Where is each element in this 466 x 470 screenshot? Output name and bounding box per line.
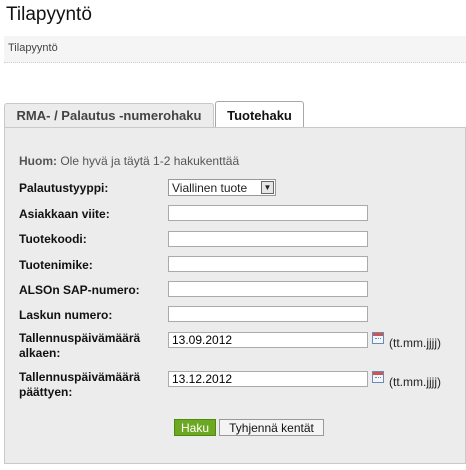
date-to-label-line1: Tallennuspäivämäärä (19, 370, 141, 384)
date-to-input[interactable] (168, 371, 368, 387)
note-text: Ole hyvä ja täytä 1-2 hakukenttää (60, 154, 240, 168)
return-type-value: Viallinen tuote (172, 181, 248, 195)
return-type-select[interactable]: Viallinen tuote ▼ (168, 179, 276, 196)
invoice-number-label: Laskun numero: (19, 308, 113, 322)
search-note: Huom: Ole hyvä ja täytä 1-2 hakukenttää (19, 154, 239, 168)
tab-product-search[interactable]: Tuotehaku (215, 101, 304, 128)
return-type-label: Palautustyyppi: (19, 181, 109, 195)
note-label: Huom: (19, 154, 57, 168)
date-from-label: Tallennuspäivämäärä alkaen: (19, 331, 140, 361)
product-code-input[interactable] (168, 231, 368, 247)
invoice-number-input[interactable] (168, 306, 368, 322)
breadcrumb-label: Tilapyyntö (8, 42, 58, 54)
search-button[interactable]: Haku (174, 419, 216, 436)
product-name-input[interactable] (168, 256, 368, 272)
date-from-label-line1: Tallennuspäivämäärä (19, 331, 141, 345)
customer-ref-input[interactable] (168, 205, 368, 221)
customer-ref-label: Asiakkaan viite: (19, 207, 110, 221)
date-from-input[interactable] (168, 332, 368, 348)
tab-rma-search[interactable]: RMA- / Palautus -numerohaku (4, 103, 214, 127)
breadcrumb: Tilapyyntö (4, 36, 466, 63)
product-name-label: Tuotenimike: (19, 258, 93, 272)
calendar-icon[interactable] (372, 371, 384, 383)
sap-number-input[interactable] (168, 281, 368, 297)
chevron-down-icon[interactable]: ▼ (261, 181, 274, 194)
date-from-label-line2: alkaen: (19, 346, 61, 360)
sap-number-label: ALSOn SAP-numero: (19, 283, 140, 297)
calendar-icon[interactable] (372, 332, 384, 344)
product-code-label: Tuotekoodi: (19, 232, 87, 246)
page-title: Tilapyyntö (6, 4, 92, 25)
date-to-label: Tallennuspäivämäärä päättyen: (19, 370, 140, 400)
clear-fields-button[interactable]: Tyhjennä kentät (219, 419, 324, 436)
date-format-hint: (tt.mm.jjjj) (389, 375, 441, 389)
date-to-label-line2: päättyen: (19, 385, 73, 399)
date-format-hint: (tt.mm.jjjj) (389, 336, 441, 350)
